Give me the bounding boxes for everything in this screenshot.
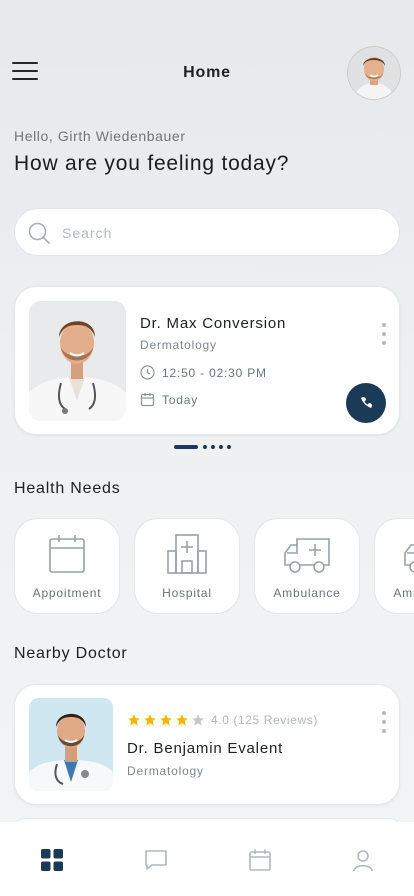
- nearby-doctor-card[interactable]: 4.0 (125 Reviews) Dr. Benjamin Evalent D…: [14, 684, 400, 805]
- carousel-dot[interactable]: [203, 445, 207, 449]
- star-icon: [160, 714, 172, 726]
- doctor-photo: [29, 698, 113, 791]
- health-need-label: Appoitment: [32, 586, 102, 600]
- search-bar[interactable]: [14, 208, 400, 256]
- carousel-dot-active[interactable]: [174, 445, 198, 449]
- appointment-date-row: Today: [140, 392, 198, 407]
- health-need-label: Ambulance: [273, 586, 341, 600]
- doctor-name: Dr. Max Conversion: [140, 315, 287, 332]
- grid-icon: [41, 849, 63, 871]
- appointment-time: 12:50 - 02:30 PM: [162, 365, 267, 380]
- appointment-card[interactable]: Dr. Max Conversion Dermatology 12:50 - 0…: [14, 286, 400, 435]
- bottom-tab-bar: [0, 822, 414, 896]
- more-options-icon[interactable]: [381, 323, 387, 345]
- calendar-icon: [49, 535, 85, 573]
- call-button[interactable]: [346, 383, 386, 423]
- tab-profile[interactable]: [350, 847, 376, 873]
- ambulance-icon: [404, 544, 414, 573]
- user-icon: [353, 850, 373, 872]
- appointment-date: Today: [162, 392, 199, 407]
- health-need-ambulance[interactable]: Ambulance: [254, 518, 360, 614]
- carousel-dot[interactable]: [211, 445, 215, 449]
- tab-schedule[interactable]: [247, 847, 273, 873]
- rating-stars: 4.0 (125 Reviews): [127, 713, 318, 727]
- doctor-specialty: Dermatology: [127, 764, 204, 778]
- health-need-ambulance-2[interactable]: Ambulance: [374, 518, 414, 614]
- nearby-doctor-title: Nearby Doctor: [14, 645, 128, 662]
- carousel-dot[interactable]: [219, 445, 223, 449]
- hospital-icon: [167, 534, 207, 574]
- calendar-icon: [140, 393, 155, 407]
- health-need-hospital[interactable]: Hospital: [134, 518, 240, 614]
- doctor-specialty: Dermatology: [140, 338, 217, 352]
- health-need-label: Ambulance: [393, 586, 414, 600]
- ambulance-icon: [284, 538, 330, 573]
- search-input[interactable]: [62, 220, 382, 246]
- health-needs-list: Appoitment Hospital Ambulance Am: [14, 518, 414, 616]
- calendar-icon: [249, 849, 271, 871]
- star-icon: [144, 714, 156, 726]
- star-empty-icon: [192, 714, 204, 726]
- star-icon: [176, 714, 188, 726]
- doctor-photo: [29, 301, 126, 421]
- star-icon: [128, 714, 140, 726]
- search-icon: [28, 222, 50, 244]
- headline: How are you feeling today?: [14, 152, 290, 175]
- phone-icon: [361, 396, 373, 408]
- chat-icon: [145, 850, 167, 870]
- tab-home[interactable]: [39, 847, 65, 873]
- tab-messages[interactable]: [143, 847, 169, 873]
- greeting-text: Hello, Girth Wiedenbauer: [14, 128, 186, 144]
- doctor-name: Dr. Benjamin Evalent: [127, 740, 284, 757]
- rating-text: 4.0 (125 Reviews): [211, 713, 318, 727]
- header: Home: [0, 0, 414, 120]
- health-need-label: Hospital: [162, 586, 212, 600]
- carousel-indicator: [174, 445, 235, 449]
- carousel-dot[interactable]: [227, 445, 231, 449]
- avatar[interactable]: [348, 47, 400, 99]
- appointment-time-row: 12:50 - 02:30 PM: [140, 365, 267, 380]
- clock-icon: [140, 365, 155, 380]
- health-need-appointment[interactable]: Appoitment: [14, 518, 120, 614]
- more-options-icon[interactable]: [381, 711, 387, 733]
- health-needs-title: Health Needs: [14, 480, 121, 497]
